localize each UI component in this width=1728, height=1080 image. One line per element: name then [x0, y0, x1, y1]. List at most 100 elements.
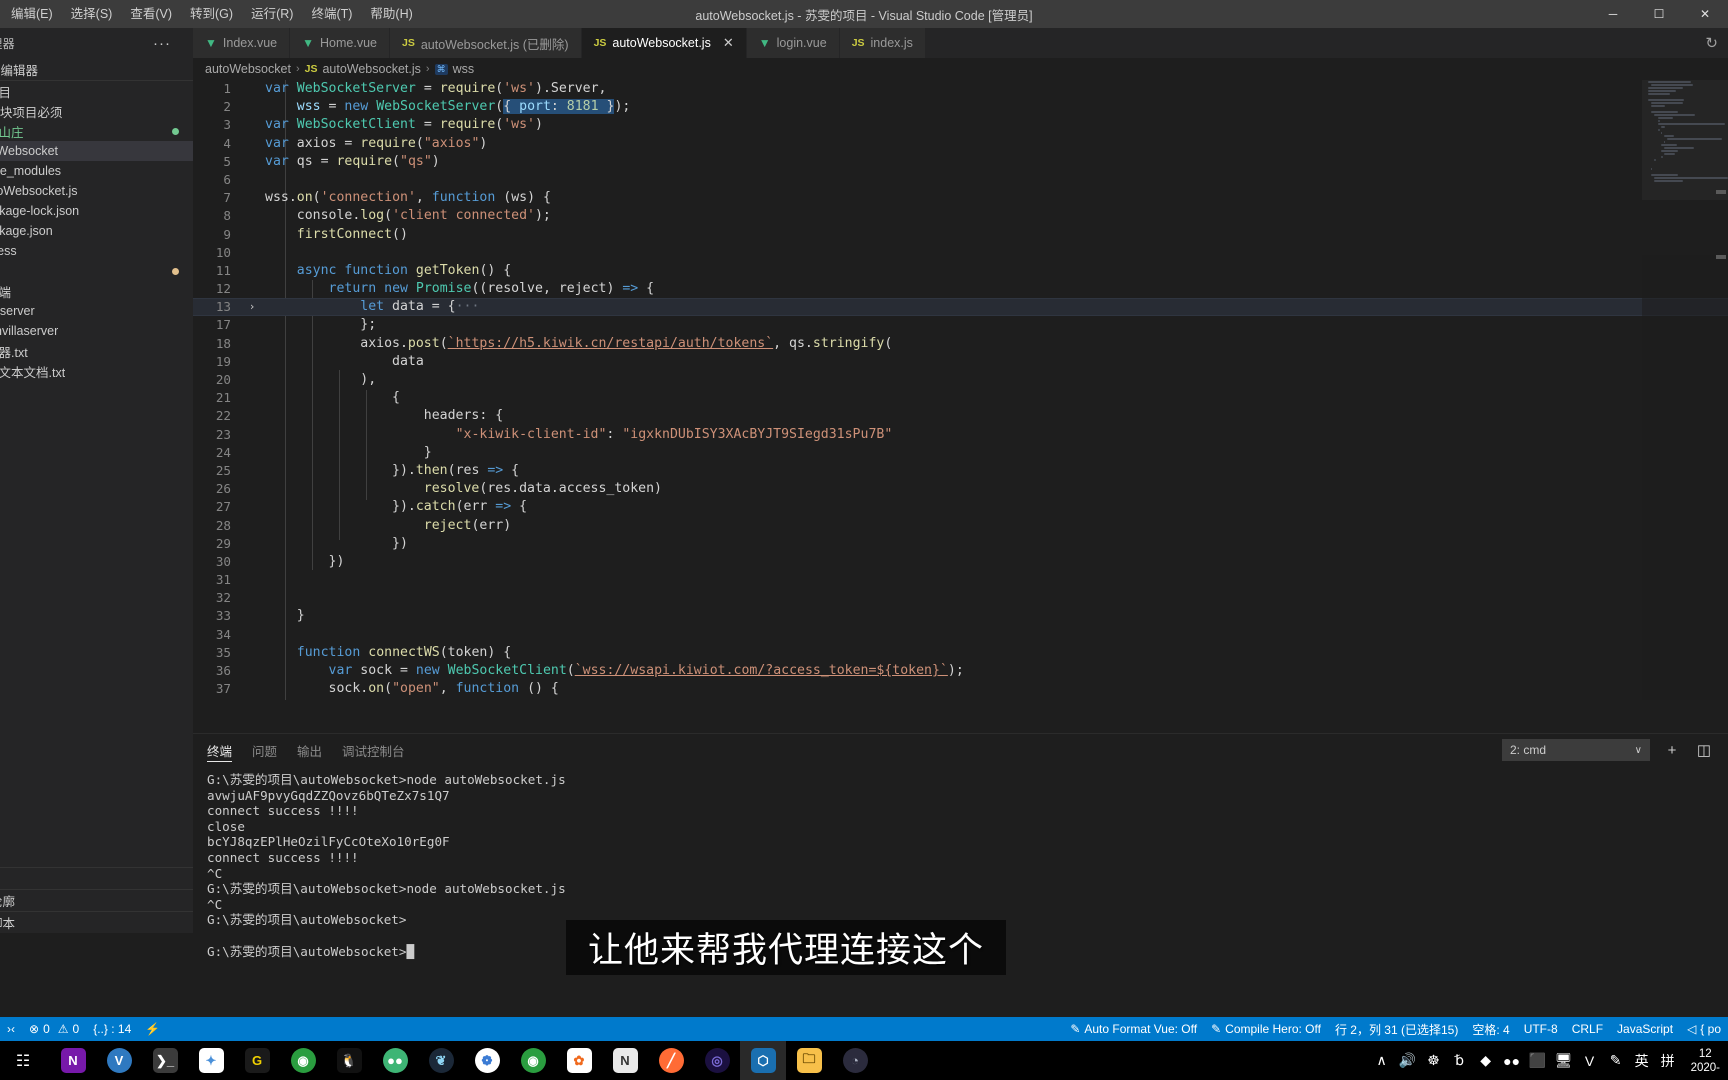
tray-icon-2[interactable]: ☸	[1421, 1041, 1447, 1080]
maximize-button[interactable]: ☐	[1636, 0, 1682, 28]
code-line-22[interactable]: 22 headers: {	[193, 407, 1728, 425]
code-line-5[interactable]: 5 var qs = require("qs")	[193, 153, 1728, 171]
code-line-1[interactable]: 1 var WebSocketServer = require('ws').Ser…	[193, 80, 1728, 98]
tray-icon-10[interactable]: 英	[1629, 1041, 1655, 1080]
code-line-29[interactable]: 29 })	[193, 535, 1728, 553]
explorer-item-5[interactable]: utoWebsocket.js	[0, 181, 193, 201]
sidebar-section-2[interactable]: 脚本	[0, 911, 193, 933]
close-button[interactable]: ✕	[1682, 0, 1728, 28]
code-line-27[interactable]: 27 }).catch(err => {	[193, 498, 1728, 516]
minimap-slider[interactable]	[1642, 80, 1728, 200]
tray-icon-3[interactable]: ␢	[1447, 1041, 1473, 1080]
taskbar-chrome[interactable]: ◉	[280, 1041, 326, 1080]
breadcrumb-symbol[interactable]: wss	[453, 62, 475, 76]
code-line-6[interactable]: 6	[193, 171, 1728, 189]
code-line-26[interactable]: 26 resolve(res.data.access_token)	[193, 480, 1728, 498]
explorer-item-4[interactable]: ode_modules	[0, 161, 193, 181]
code-line-18[interactable]: 18 axios.post(`https://h5.kiwik.cn/resta…	[193, 335, 1728, 353]
terminal-selector[interactable]: 2: cmd ∨	[1502, 739, 1650, 761]
auto-format-vue-status[interactable]: ✎ Auto Format Vue: Off	[1063, 1017, 1204, 1041]
encoding-status[interactable]: UTF-8	[1517, 1017, 1565, 1041]
sidebar-section-0[interactable]	[0, 867, 193, 889]
remote-indicator[interactable]: ›‹	[0, 1017, 22, 1041]
breadcrumb-root[interactable]: autoWebsocket	[205, 62, 291, 76]
code-line-30[interactable]: 30 })	[193, 553, 1728, 571]
menu-item-1[interactable]: 选择(S)	[62, 0, 122, 28]
code-line-4[interactable]: 4 var axios = require("axios")	[193, 135, 1728, 153]
explorer-item-1[interactable]: 00块项目必须	[0, 101, 193, 121]
explorer-item-2[interactable]: 影山庄	[0, 121, 193, 141]
code-line-31[interactable]: 31	[193, 571, 1728, 589]
taskbar-circle-app[interactable]: ◎	[694, 1041, 740, 1080]
code-editor[interactable]: 1 var WebSocketServer = require('ws').Ser…	[193, 80, 1728, 700]
code-line-12[interactable]: 12 return new Promise((resolve, reject) …	[193, 280, 1728, 298]
code-line-2[interactable]: 2 wss = new WebSocketServer({ port: 8181…	[193, 98, 1728, 116]
taskbar-onenote[interactable]: N	[50, 1041, 96, 1080]
tray-icon-8[interactable]: V	[1577, 1041, 1603, 1080]
tray-icon-11[interactable]: 拼	[1655, 1041, 1681, 1080]
taskbar-vue-devtools[interactable]: V	[96, 1041, 142, 1080]
explorer-item-9[interactable]: op	[0, 261, 193, 281]
taskbar-media-app[interactable]: ◔	[832, 1041, 878, 1080]
code-line-34[interactable]: 34	[193, 626, 1728, 644]
code-line-37[interactable]: 37 sock.on("open", function () {	[193, 680, 1728, 698]
new-terminal-button[interactable]: +	[1662, 742, 1682, 759]
code-line-24[interactable]: 24 }	[193, 444, 1728, 462]
tray-icon-5[interactable]: ●●	[1499, 1041, 1525, 1080]
code-line-11[interactable]: 11 async function getToken() {	[193, 262, 1728, 280]
editor-tab-3[interactable]: JS autoWebsocket.js ✕	[581, 28, 747, 58]
code-line-20[interactable]: 20 ),	[193, 371, 1728, 389]
editor-tab-2[interactable]: JS autoWebsocket.js (已删除)	[389, 28, 582, 58]
code-line-13[interactable]: 13 › let data = {···	[193, 298, 1728, 317]
tray-icon-0[interactable]: ∧	[1369, 1041, 1395, 1080]
tray-icon-1[interactable]: 🔊	[1395, 1041, 1421, 1080]
language-mode[interactable]: JavaScript	[1610, 1017, 1680, 1041]
split-terminal-icon[interactable]: ◫	[1694, 741, 1714, 759]
panel-tab-2[interactable]: 输出	[297, 734, 322, 766]
taskbar-qq[interactable]: 🐧	[326, 1041, 372, 1080]
tray-icon-9[interactable]: ✎	[1603, 1041, 1629, 1080]
history-icon[interactable]: ↻	[1705, 34, 1718, 52]
code-line-9[interactable]: 9 firstConnect()	[193, 226, 1728, 244]
explorer-item-13[interactable]: 务器.txt	[0, 341, 193, 361]
taskbar-terminal[interactable]: ❯_	[142, 1041, 188, 1080]
lightning-icon[interactable]: ⚡	[138, 1017, 167, 1041]
taskbar-vscode[interactable]: ⬡	[740, 1041, 786, 1080]
taskbar-wechat[interactable]: ●●	[372, 1041, 418, 1080]
braces-status[interactable]: {..} : 14	[86, 1017, 138, 1041]
code-line-7[interactable]: 7 wss.on('connection', function (ws) {	[193, 189, 1728, 207]
editor-tab-1[interactable]: ▼ Home.vue	[290, 28, 390, 58]
panel-tab-3[interactable]: 调试控制台	[342, 734, 405, 766]
taskbar-xmind[interactable]: ❁	[464, 1041, 510, 1080]
close-tab-icon[interactable]: ✕	[723, 35, 734, 51]
panel-tab-1[interactable]: 问题	[252, 734, 277, 766]
menu-item-4[interactable]: 运行(R)	[242, 0, 302, 28]
editor-tab-0[interactable]: ▼ Index.vue	[193, 28, 291, 58]
tray-icon-6[interactable]: ⬛	[1525, 1041, 1551, 1080]
code-line-19[interactable]: 19 data	[193, 353, 1728, 371]
explorer-item-12[interactable]: yinvillaserver	[0, 321, 193, 341]
menu-item-0[interactable]: 编辑(E)	[2, 0, 62, 28]
code-line-32[interactable]: 32	[193, 589, 1728, 607]
code-line-25[interactable]: 25 }).then(res => {	[193, 462, 1728, 480]
explorer-item-8[interactable]: press	[0, 241, 193, 261]
code-line-17[interactable]: 17 };	[193, 316, 1728, 334]
cursor-position[interactable]: 行 2，列 31 (已选择15)	[1328, 1017, 1465, 1041]
minimize-button[interactable]: ─	[1590, 0, 1636, 28]
taskbar-steam[interactable]: ❦	[418, 1041, 464, 1080]
fold-icon[interactable]: ›	[245, 298, 259, 316]
tray-icon-7[interactable]: 🖥	[1551, 1041, 1577, 1080]
menu-item-3[interactable]: 转到(G)	[181, 0, 242, 28]
problems-status[interactable]: ⊗ 0 ⚠ 0	[22, 1017, 86, 1041]
explorer-item-7[interactable]: ackage.json	[0, 221, 193, 241]
explorer-item-10[interactable]: 前端	[0, 281, 193, 301]
taskbar-bird-app[interactable]: ✦	[188, 1041, 234, 1080]
compile-hero-status[interactable]: ✎ Compile Hero: Off	[1204, 1017, 1328, 1041]
taskbar-file-explorer[interactable]: 🗀	[786, 1041, 832, 1080]
taskbar-flame-app[interactable]: ╱	[648, 1041, 694, 1080]
taskbar-chrome-2[interactable]: ◉	[510, 1041, 556, 1080]
start-button[interactable]: ☷	[0, 1041, 46, 1080]
code-line-28[interactable]: 28 reject(err)	[193, 517, 1728, 535]
menu-item-5[interactable]: 终端(T)	[302, 0, 361, 28]
explorer-item-0[interactable]: 项目	[0, 81, 193, 101]
